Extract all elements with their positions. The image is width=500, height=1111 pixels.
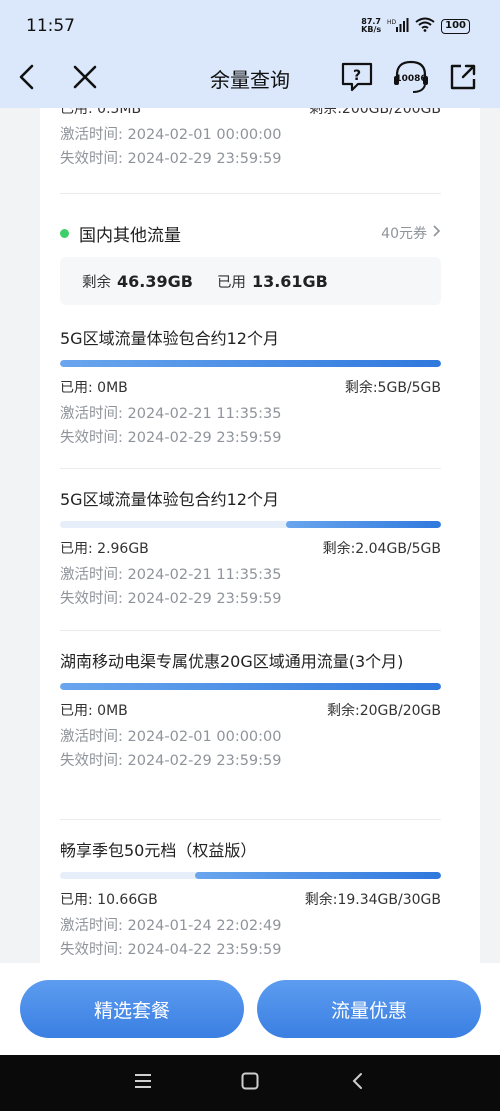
customer-service-button[interactable]: 10086 [391,60,431,98]
back-key[interactable] [342,1069,372,1097]
package-title: 5G区域流量体验包合约12个月 [60,490,279,509]
wifi-icon [415,17,435,35]
close-icon [72,64,98,94]
coupon-link[interactable]: 40元券 [381,223,441,243]
remaining-amount: 剩余:20GB/20GB [327,703,441,719]
divider [60,630,441,631]
used-amount: 已用: 2.96GB [60,541,149,557]
chevron-left-icon [16,64,38,94]
remaining-fill [285,521,441,528]
package-title: 畅享季包50元档（权益版） [60,841,257,860]
expiry-time: 失效时间: 2024-02-29 23:59:59 [60,753,282,769]
package-title: 湖南移动电渠专属优惠20G区域通用流量(3个月) [60,652,404,671]
package-item-top: 已用: 0.5MB 剩余:200GB/200GB 激活时间: 2024-02-0… [60,108,441,171]
package-item: 畅享季包50元档（权益版） 已用: 10.66GB 剩余:19.34GB/30G… [60,838,441,962]
used-label: 已用 [216,274,246,291]
package-title: 5G区域流量体验包合约12个月 [60,329,279,348]
network-speed: 87.7 KB/s [361,18,381,34]
data-offers-button[interactable]: 流量优惠 [257,980,481,1038]
expiry-time: 失效时间: 2024-02-29 23:59:59 [60,430,282,446]
usage-row: 已用: 10.66GB 剩余:19.34GB/30GB [60,889,441,909]
status-time: 11:57 [26,16,75,36]
share-button[interactable] [444,60,482,98]
activation-time: 激活时间: 2024-02-01 00:00:00 [60,127,282,143]
data-balance-card: 已用: 0.5MB 剩余:200GB/200GB 激活时间: 2024-02-0… [40,108,480,963]
bottom-action-bar: 精选套餐 流量优惠 [0,963,500,1055]
used-value: 13.61GB [251,271,328,291]
remaining-fill [195,872,441,879]
domestic-data-header[interactable]: 国内其他流量 40元券 [60,218,441,248]
svg-text:?: ? [353,68,361,84]
remaining-fill [60,360,441,367]
coupon-label: 40元券 [381,226,427,242]
activation-time: 激活时间: 2024-02-21 11:35:35 [60,406,282,422]
share-icon [449,63,477,95]
used-amount: 已用: 0MB [60,380,128,396]
chevron-right-icon [433,225,441,241]
system-nav-bar [0,1055,500,1111]
back-triangle-icon [351,1072,363,1094]
used-summary: 已用 13.61GB [217,271,328,292]
domestic-data-summary: 剩余 46.39GB 已用 13.61GB [60,257,441,305]
usage-row: 已用: 0MB 剩余:20GB/20GB [60,700,441,720]
usage-row: 已用: 0MB 剩余:5GB/5GB [60,377,441,397]
remaining-summary: 剩余 46.39GB [82,271,193,292]
used-amount: 已用: 0.5MB [60,108,142,117]
signal-icon: HD [387,17,409,35]
usage-row: 已用: 2.96GB 剩余:2.04GB/5GB [60,538,441,558]
activation-time: 激活时间: 2024-02-21 11:35:35 [60,567,282,583]
network-speed-unit: KB/s [361,25,382,34]
battery-indicator: 100 [441,18,470,34]
svg-text:HD: HD [387,19,397,26]
package-item: 湖南移动电渠专属优惠20G区域通用流量(3个月) 已用: 0MB 剩余:20GB… [60,649,441,773]
remaining-amount: 剩余:2.04GB/5GB [322,541,441,557]
remaining-amount: 剩余:200GB/200GB [309,108,441,117]
divider [60,819,441,820]
expiry-time: 失效时间: 2024-04-22 23:59:59 [60,942,282,958]
package-item: 5G区域流量体验包合约12个月 已用: 2.96GB 剩余:2.04GB/5GB… [60,487,441,611]
usage-progress-bar [60,683,441,690]
used-amount: 已用: 0MB [60,703,128,719]
expiry-time: 失效时间: 2024-02-29 23:59:59 [60,591,282,607]
expiry-time: 失效时间: 2024-02-29 23:59:59 [60,151,282,167]
used-amount: 已用: 10.66GB [60,892,158,908]
divider [60,468,441,469]
usage-progress-bar [60,360,441,367]
remaining-label: 剩余 [82,274,111,291]
featured-plans-button[interactable]: 精选套餐 [20,980,244,1038]
status-icons: 87.7 KB/s HD 100 [361,17,470,35]
menu-icon [134,1073,152,1093]
status-bar: 11:57 87.7 KB/s HD 100 [0,0,500,52]
help-icon: ? [341,62,373,96]
menu-key[interactable] [128,1069,158,1097]
home-key[interactable] [235,1069,265,1097]
remaining-value: 46.39GB [117,271,193,291]
remaining-fill [60,683,441,690]
help-button[interactable]: ? [338,60,376,98]
content-scroll-area[interactable]: 已用: 0.5MB 剩余:200GB/200GB 激活时间: 2024-02-0… [0,108,500,963]
status-dot [60,228,69,238]
activation-time: 激活时间: 2024-01-24 22:02:49 [60,918,282,934]
usage-progress-bar [60,521,441,528]
close-button[interactable] [66,60,104,98]
divider [60,193,441,194]
remaining-amount: 剩余:5GB/5GB [344,380,441,396]
service-number-label: 10086 [395,74,427,84]
header-bar: 余量查询 ? 10086 [0,52,500,108]
usage-row: 已用: 0.5MB 剩余:200GB/200GB [60,108,441,118]
activation-time: 激活时间: 2024-02-01 00:00:00 [60,729,282,745]
home-icon [241,1072,259,1094]
remaining-amount: 剩余:19.34GB/30GB [304,892,441,908]
package-item: 5G区域流量体验包合约12个月 已用: 0MB 剩余:5GB/5GB 激活时间:… [60,326,441,450]
domestic-data-title: 国内其他流量 [79,225,181,246]
usage-progress-bar [60,872,441,879]
back-button[interactable] [8,60,46,98]
